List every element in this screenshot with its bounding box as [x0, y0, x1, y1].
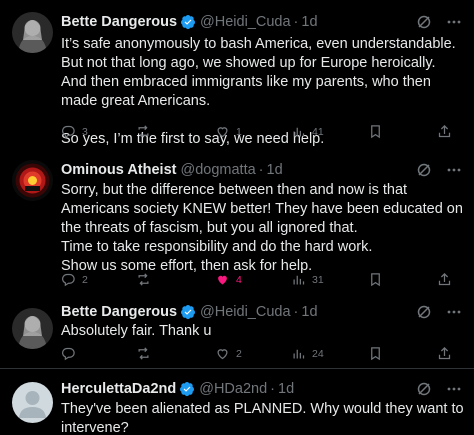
- timestamp[interactable]: 1d: [267, 162, 283, 178]
- grok-icon[interactable]: [416, 14, 432, 30]
- like-count: 1: [236, 125, 242, 138]
- separator-dot: ·: [293, 14, 299, 30]
- bookmark-button[interactable]: [368, 346, 383, 361]
- separator-dot: ·: [270, 381, 275, 397]
- timestamp[interactable]: 1d: [301, 14, 317, 30]
- verified-badge-icon: [179, 381, 195, 397]
- handle[interactable]: @Heidi_Cuda: [200, 304, 291, 320]
- views-count: 24: [312, 347, 324, 360]
- avatar[interactable]: [12, 12, 53, 53]
- tweet[interactable]: Bette Dangerous @Heidi_Cuda · 1d Absolut…: [0, 296, 474, 366]
- separator-dot: ·: [258, 162, 264, 178]
- views-count: 41: [312, 125, 324, 138]
- views-button[interactable]: 41: [291, 124, 324, 139]
- handle[interactable]: @dogmatta: [180, 162, 255, 178]
- views-count: 31: [312, 273, 324, 286]
- tweet-text: They've been alienated as PLANNED. Why w…: [61, 400, 464, 435]
- share-button[interactable]: [437, 124, 452, 139]
- like-button[interactable]: 4: [215, 272, 242, 287]
- reply-button[interactable]: [61, 346, 82, 361]
- action-bar: 2 4 31: [61, 272, 461, 290]
- reply-count: 3: [82, 125, 88, 138]
- timestamp[interactable]: 1d: [278, 381, 294, 397]
- grok-icon[interactable]: [416, 381, 432, 397]
- tweet-text: Sorry, but the difference between then a…: [61, 181, 464, 276]
- reply-count: 2: [82, 273, 88, 286]
- tweet-paragraph: Absolutely fair. Thank u: [61, 323, 212, 339]
- bookmark-button[interactable]: [368, 124, 383, 139]
- verified-badge-icon: [180, 14, 196, 30]
- grok-icon[interactable]: [416, 304, 432, 320]
- avatar[interactable]: [12, 160, 53, 201]
- like-count: 2: [236, 347, 242, 360]
- tweet-header: Ominous Atheist @dogmatta · 1d: [61, 160, 466, 180]
- verified-badge-icon: [180, 304, 196, 320]
- share-button[interactable]: [437, 346, 452, 361]
- tweet-header: HerculettaDa2nd @HDa2nd · 1d: [61, 379, 466, 399]
- grok-icon[interactable]: [416, 162, 432, 178]
- views-button[interactable]: 24: [291, 346, 324, 361]
- more-icon[interactable]: [446, 14, 462, 30]
- avatar[interactable]: [12, 382, 53, 423]
- tweet-header: Bette Dangerous @Heidi_Cuda · 1d: [61, 12, 466, 32]
- action-bar: 2 24: [61, 346, 461, 364]
- tweet[interactable]: Bette Dangerous @Heidi_Cuda · 1d It’s sa…: [0, 0, 474, 147]
- repost-button[interactable]: [136, 124, 157, 139]
- like-button[interactable]: 2: [215, 346, 242, 361]
- display-name[interactable]: Bette Dangerous: [61, 304, 177, 320]
- more-icon[interactable]: [446, 162, 462, 178]
- avatar[interactable]: [12, 308, 53, 349]
- repost-button[interactable]: [136, 346, 157, 361]
- tweet[interactable]: HerculettaDa2nd @HDa2nd · 1d They've bee…: [0, 369, 474, 435]
- action-bar: 3 1 41: [61, 124, 461, 142]
- reply-button[interactable]: 2: [61, 272, 88, 287]
- tweet-paragraph: Sorry, but the difference between then a…: [61, 182, 463, 274]
- tweet-paragraph: It’s safe anonymously to bash America, e…: [61, 36, 460, 109]
- display-name[interactable]: Ominous Atheist: [61, 162, 176, 178]
- repost-button[interactable]: [136, 272, 157, 287]
- like-button[interactable]: 1: [215, 124, 242, 139]
- tweet-header: Bette Dangerous @Heidi_Cuda · 1d: [61, 302, 466, 322]
- display-name[interactable]: Bette Dangerous: [61, 14, 177, 30]
- tweet[interactable]: Ominous Atheist @dogmatta · 1d Sorry, bu…: [0, 148, 474, 294]
- bookmark-button[interactable]: [368, 272, 383, 287]
- share-button[interactable]: [437, 272, 452, 287]
- separator-dot: ·: [293, 304, 299, 320]
- more-icon[interactable]: [446, 381, 462, 397]
- views-button[interactable]: 31: [291, 272, 324, 287]
- handle[interactable]: @HDa2nd: [199, 381, 267, 397]
- tweet-paragraph: They've been alienated as PLANNED. Why w…: [61, 401, 468, 435]
- timestamp[interactable]: 1d: [301, 304, 317, 320]
- handle[interactable]: @Heidi_Cuda: [200, 14, 291, 30]
- display-name[interactable]: HerculettaDa2nd: [61, 381, 176, 397]
- like-count: 4: [236, 273, 242, 286]
- tweet-text: Absolutely fair. Thank u: [61, 322, 464, 341]
- more-icon[interactable]: [446, 304, 462, 320]
- reply-button[interactable]: 3: [61, 124, 88, 139]
